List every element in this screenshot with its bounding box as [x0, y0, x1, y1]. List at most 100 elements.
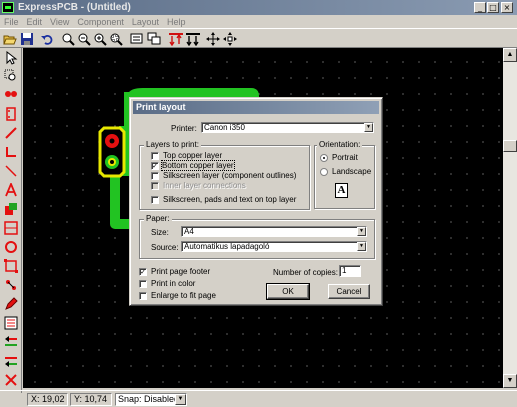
- tool-filled-area[interactable]: [3, 201, 19, 217]
- flip-layer-button[interactable]: [168, 31, 184, 47]
- print-footer-label: Print page footer: [151, 267, 211, 276]
- paper-size-value: A4: [184, 227, 194, 236]
- close-button[interactable]: ×: [501, 2, 513, 13]
- paper-size-select[interactable]: A4 ▼: [181, 226, 367, 237]
- tool-place-component[interactable]: [3, 106, 19, 122]
- paper-group: [139, 219, 375, 259]
- silkscreen-checkbox[interactable]: [151, 172, 159, 180]
- tool-text-edit[interactable]: [3, 296, 19, 312]
- orientation-group-label: Orientation:: [317, 140, 363, 149]
- menu-edit[interactable]: Edit: [27, 17, 43, 27]
- maximize-button[interactable]: □: [487, 2, 499, 13]
- vertical-scrollbar[interactable]: ▲ ▼: [503, 48, 517, 388]
- chevron-down-icon[interactable]: ▼: [357, 242, 366, 251]
- zoom-out-button[interactable]: [76, 31, 92, 47]
- paper-source-value: Automatikus lapadagoló: [184, 242, 270, 251]
- size-label: Size:: [151, 228, 169, 237]
- tool-edit-nodes[interactable]: [3, 277, 19, 293]
- undo-button[interactable]: [40, 31, 56, 47]
- zoom-fit-button[interactable]: [60, 31, 76, 47]
- tool-draw-circle[interactable]: [3, 239, 19, 255]
- top-copper-checkbox[interactable]: [151, 152, 159, 160]
- print-footer-checkbox[interactable]: ✓: [139, 268, 147, 276]
- enlarge-label: Enlarge to fit page: [151, 291, 216, 300]
- menu-layout[interactable]: Layout: [132, 17, 159, 27]
- tool-netlist[interactable]: [3, 315, 19, 331]
- printer-value: Canon i350: [204, 123, 245, 132]
- save-button[interactable]: [19, 31, 35, 47]
- layers-group-label: Layers to print:: [144, 140, 201, 149]
- text-a-icon: [5, 183, 17, 197]
- silkscreen-top-label: Silkscreen, pads and text on top layer: [163, 195, 297, 204]
- zoom-area-button[interactable]: [108, 31, 124, 47]
- silkscreen-top-checkbox[interactable]: [151, 196, 159, 204]
- tool-layer-top[interactable]: [3, 334, 19, 350]
- menu-file[interactable]: File: [4, 17, 19, 27]
- enlarge-checkbox[interactable]: [139, 292, 147, 300]
- toolbar: [0, 28, 517, 48]
- tool-draw-rectangle[interactable]: [3, 258, 19, 274]
- line-corner-icon: [6, 147, 16, 157]
- copies-input[interactable]: 1: [339, 265, 361, 277]
- print-color-label: Print in color: [151, 279, 196, 288]
- portrait-radio[interactable]: [320, 154, 328, 162]
- tool-delete-node[interactable]: [3, 372, 19, 388]
- status-y-coordinate: Y: 10,74: [70, 393, 112, 406]
- filled-area-icon: [5, 203, 17, 215]
- tool-layer-bottom[interactable]: [3, 353, 19, 369]
- source-label: Source:: [151, 243, 179, 252]
- tool-place-pad[interactable]: [3, 86, 19, 102]
- diagonal-line-icon: [5, 165, 17, 177]
- tool-place-text[interactable]: [3, 182, 19, 198]
- chevron-down-icon[interactable]: ▼: [175, 394, 186, 405]
- chevron-down-icon[interactable]: ▼: [364, 123, 373, 132]
- silkscreen-label: Silkscreen layer (component outlines): [163, 171, 297, 180]
- menu-component[interactable]: Component: [77, 17, 124, 27]
- cancel-button[interactable]: Cancel: [328, 284, 370, 299]
- move-icon: [223, 32, 237, 46]
- chevron-down-icon[interactable]: ▼: [357, 227, 366, 236]
- zoom-in-button[interactable]: [92, 31, 108, 47]
- tool-trace-corner[interactable]: [3, 163, 19, 179]
- scroll-up-arrow[interactable]: ▲: [503, 48, 517, 62]
- rotate-icon: [206, 32, 220, 46]
- snap-dropdown[interactable]: Snap: Disabled ▼: [115, 393, 187, 406]
- tool-pointer[interactable]: [3, 50, 19, 66]
- inner-layer-checkbox: [151, 182, 159, 190]
- switch-layer-button[interactable]: [185, 31, 201, 47]
- menu-view[interactable]: View: [50, 17, 69, 27]
- ok-button[interactable]: OK: [266, 283, 310, 300]
- tool-place-via[interactable]: [3, 220, 19, 236]
- tool-palette: [0, 48, 22, 393]
- window-title: ExpressPCB - (Untitled): [18, 2, 131, 13]
- inner-layer-label: Inner layer connections: [163, 181, 246, 190]
- minimize-button[interactable]: _: [474, 2, 486, 13]
- ratsnest-button[interactable]: [146, 31, 162, 47]
- bottom-copper-checkbox[interactable]: ✓: [151, 162, 159, 170]
- tool-zoom-select[interactable]: [3, 68, 19, 84]
- paper-source-select[interactable]: Automatikus lapadagoló ▼: [181, 241, 367, 252]
- printer-select[interactable]: Canon i350 ▼: [201, 122, 374, 133]
- landscape-radio[interactable]: [320, 168, 328, 176]
- pad-icon: [5, 91, 17, 97]
- tool-draw-line[interactable]: [3, 144, 19, 160]
- portrait-label: Portrait: [332, 153, 358, 162]
- open-button[interactable]: [2, 31, 18, 47]
- pointer-icon: [6, 51, 18, 65]
- menu-help[interactable]: Help: [167, 17, 186, 27]
- rectangle-icon: [4, 259, 18, 273]
- rotate-button[interactable]: [205, 31, 221, 47]
- delete-icon: [5, 374, 17, 386]
- zoom-in-icon: [94, 33, 107, 46]
- paper-group-label: Paper:: [144, 214, 172, 223]
- tool-draw-trace[interactable]: [3, 125, 19, 141]
- bottom-copper-label: Bottom copper layer: [161, 160, 235, 171]
- component-properties-button[interactable]: [129, 31, 145, 47]
- print-color-checkbox[interactable]: [139, 280, 147, 288]
- component-icon: [6, 107, 16, 121]
- nodes-icon: [6, 280, 16, 290]
- move-button[interactable]: [222, 31, 238, 47]
- scroll-down-arrow[interactable]: ▼: [503, 374, 517, 388]
- dialog-title: Print layout: [133, 101, 379, 114]
- scroll-thumb[interactable]: [503, 140, 517, 152]
